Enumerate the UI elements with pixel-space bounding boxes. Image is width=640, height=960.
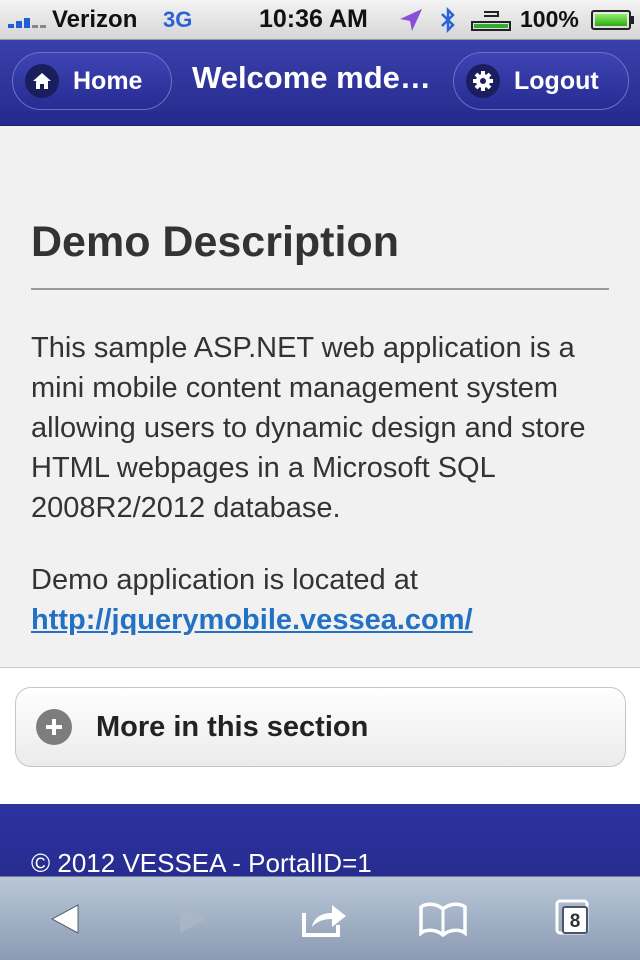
main-content: Demo Description This sample ASP.NET web… <box>0 126 640 668</box>
location-icon <box>400 9 422 31</box>
battery-icon <box>591 10 634 30</box>
description-paragraph: This sample ASP.NET web application is a… <box>31 332 586 524</box>
battery-percent: 100% <box>520 6 579 32</box>
heading-divider <box>31 288 609 290</box>
location-paragraph: Demo application is located at http://jq… <box>31 560 616 640</box>
home-icon <box>25 64 59 98</box>
copyright-text: © 2012 VESSEA - PortalID=1 <box>31 848 372 876</box>
more-in-section-collapsible[interactable]: More in this section <box>15 687 626 767</box>
page-title: Welcome mde… <box>192 60 431 95</box>
location-text: Demo application is located at <box>31 564 418 596</box>
dock-icon <box>471 11 511 31</box>
signal-icon <box>8 14 50 28</box>
gear-icon <box>466 64 500 98</box>
home-button-label: Home <box>73 66 143 95</box>
tabs-count-badge: 8 <box>562 906 588 934</box>
logout-button[interactable]: Logout <box>453 52 629 110</box>
collapsible-label: More in this section <box>96 710 369 743</box>
share-icon[interactable] <box>298 897 352 941</box>
logout-button-label: Logout <box>514 66 599 95</box>
bluetooth-icon <box>441 6 455 34</box>
page-header: Home Welcome mde… Logout <box>0 40 640 126</box>
time-label: 10:36 AM <box>259 5 368 33</box>
content-heading: Demo Description <box>31 218 399 266</box>
bookmarks-icon[interactable] <box>416 897 470 941</box>
page-footer: © 2012 VESSEA - PortalID=1 <box>0 804 640 876</box>
carrier-label: Verizon <box>52 6 138 33</box>
back-icon[interactable] <box>38 897 92 941</box>
plus-icon <box>36 709 72 745</box>
status-bar: Verizon 3G 10:36 AM 100% <box>0 0 640 40</box>
demo-link[interactable]: http://jquerymobile.vessea.com/ <box>31 604 473 636</box>
browser-toolbar <box>0 876 640 960</box>
network-label: 3G <box>163 7 193 32</box>
battery-fill <box>595 14 627 26</box>
home-button[interactable]: Home <box>12 52 172 110</box>
forward-icon[interactable] <box>166 897 220 941</box>
